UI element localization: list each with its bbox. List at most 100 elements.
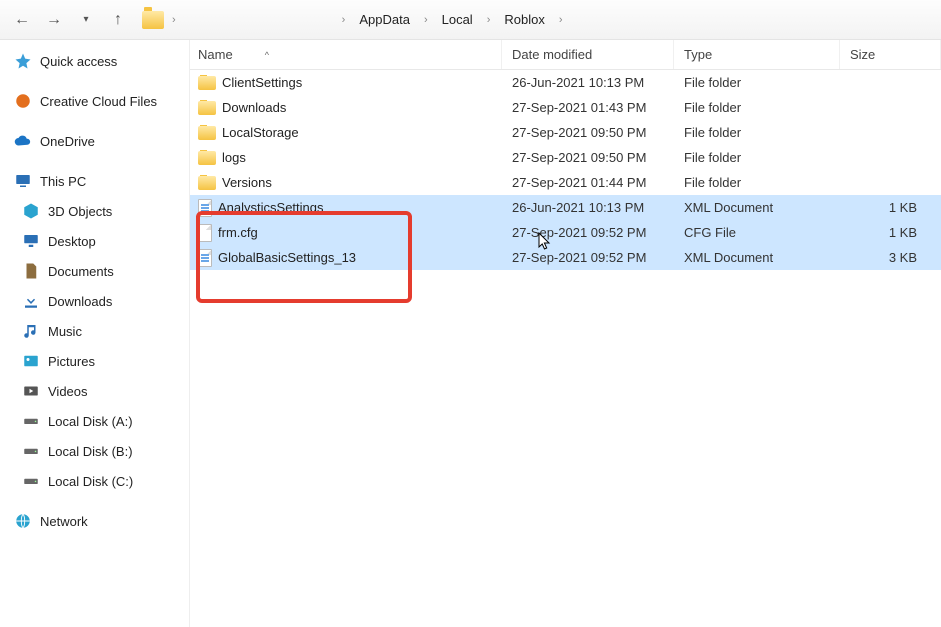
column-header-date[interactable]: Date modified [502,40,674,69]
sidebar-item-label: Videos [48,384,88,399]
file-name: LocalStorage [222,125,299,140]
sidebar-item-pictures[interactable]: Pictures [0,346,189,376]
chevron-right-icon: › [338,14,350,26]
up-button[interactable]: ↑ [104,6,132,34]
sidebar-item-downloads[interactable]: Downloads [0,286,189,316]
file-type: File folder [674,175,840,190]
file-row[interactable]: Downloads 27-Sep-2021 01:43 PMFile folder [190,95,941,120]
sidebar-item-documents[interactable]: Documents [0,256,189,286]
breadcrumb[interactable]: AppData [353,9,416,30]
file-icon [198,199,212,217]
sidebar-item-label: OneDrive [40,134,95,149]
chevron-right-icon: › [555,14,567,26]
drive-icon [22,412,40,430]
music-icon [22,322,40,340]
file-name: logs [222,150,246,165]
drive-icon [22,442,40,460]
chevron-right-icon: › [420,14,432,26]
file-date: 27-Sep-2021 09:52 PM [502,250,674,265]
file-type: File folder [674,150,840,165]
chevron-right-icon: › [483,14,495,26]
sidebar-item-label: Pictures [48,354,95,369]
sidebar-item-music[interactable]: Music [0,316,189,346]
file-size: 1 KB [840,225,941,240]
file-row[interactable]: AnalysticsSettings 26-Jun-2021 10:13 PMXM… [190,195,941,220]
sidebar-item-local-disk-b[interactable]: Local Disk (B:) [0,436,189,466]
breadcrumb[interactable]: Local [436,9,479,30]
sidebar-item-3d-objects[interactable]: 3D Objects [0,196,189,226]
navigation-pane[interactable]: Quick access Creative Cloud Files OneDri… [0,40,190,627]
sidebar-item-creative-cloud[interactable]: Creative Cloud Files [0,86,189,116]
sidebar-item-label: 3D Objects [48,204,112,219]
desktop-icon [22,232,40,250]
folder-icon [198,101,216,115]
file-row[interactable]: ClientSettings26-Jun-2021 10:13 PMFile f… [190,70,941,95]
file-list[interactable]: ClientSettings26-Jun-2021 10:13 PMFile f… [190,70,941,627]
file-size: 1 KB [840,200,941,215]
column-header-name[interactable]: Name^ [190,40,502,69]
file-name: GlobalBasicSettings_13 [218,250,356,265]
sidebar-item-network[interactable]: Network [0,506,189,536]
sidebar-item-label: Desktop [48,234,96,249]
file-row[interactable]: frm.cfg 27-Sep-2021 09:52 PMCFG File1 KB [190,220,941,245]
sidebar-item-label: Local Disk (A:) [48,414,133,429]
breadcrumb[interactable]: Roblox [498,9,550,30]
address-bar: ← → ▾ ↑ › › AppData › Local › Roblox › [0,0,941,40]
sidebar-item-label: Local Disk (C:) [48,474,133,489]
file-type: CFG File [674,225,840,240]
sidebar-item-this-pc[interactable]: This PC [0,166,189,196]
pictures-icon [22,352,40,370]
file-name: Versions [222,175,272,190]
file-name: ClientSettings [222,75,302,90]
file-row[interactable]: Versions27-Sep-2021 01:44 PMFile folder [190,170,941,195]
file-date: 27-Sep-2021 09:52 PM [502,225,674,240]
pc-icon [14,172,32,190]
file-name: AnalysticsSettings [218,200,324,215]
sidebar-item-label: Downloads [48,294,112,309]
file-size: 3 KB [840,250,941,265]
file-date: 27-Sep-2021 09:50 PM [502,125,674,140]
sidebar-item-label: Creative Cloud Files [40,94,157,109]
file-type: XML Document [674,250,840,265]
cloud-icon [14,132,32,150]
back-button[interactable]: ← [8,6,36,34]
creative-cloud-icon [14,92,32,110]
file-date: 26-Jun-2021 10:13 PM [502,75,674,90]
folder-icon [198,126,216,140]
folder-icon [198,76,216,90]
chevron-right-icon: › [168,14,180,26]
sidebar-item-label: Quick access [40,54,117,69]
file-name: Downloads [222,100,286,115]
file-type: File folder [674,125,840,140]
sort-indicator-icon: ^ [265,50,269,60]
file-icon [198,249,212,267]
cube-icon [22,202,40,220]
sidebar-item-onedrive[interactable]: OneDrive [0,126,189,156]
sidebar-item-label: Documents [48,264,114,279]
file-explorer-window: ← → ▾ ↑ › › AppData › Local › Roblox › Q… [0,0,941,627]
sidebar-item-desktop[interactable]: Desktop [0,226,189,256]
sidebar-item-local-disk-a[interactable]: Local Disk (A:) [0,406,189,436]
file-type: XML Document [674,200,840,215]
sidebar-item-label: Local Disk (B:) [48,444,133,459]
file-date: 26-Jun-2021 10:13 PM [502,200,674,215]
file-type: File folder [674,100,840,115]
drive-icon [22,472,40,490]
sidebar-item-label: Network [40,514,88,529]
sidebar-item-label: This PC [40,174,86,189]
file-row[interactable]: GlobalBasicSettings_13 27-Sep-2021 09:52 … [190,245,941,270]
file-date: 27-Sep-2021 01:43 PM [502,100,674,115]
column-header-size[interactable]: Size [840,40,941,69]
forward-button[interactable]: → [40,6,68,34]
column-header-type[interactable]: Type [674,40,840,69]
file-row[interactable]: logs27-Sep-2021 09:50 PMFile folder [190,145,941,170]
file-row[interactable]: LocalStorage 27-Sep-2021 09:50 PMFile fol… [190,120,941,145]
sidebar-item-local-disk-c[interactable]: Local Disk (C:) [0,466,189,496]
sidebar-item-videos[interactable]: Videos [0,376,189,406]
sidebar-item-quick-access[interactable]: Quick access [0,46,189,76]
file-name: frm.cfg [218,225,258,240]
folder-icon [198,151,216,165]
recent-locations-button[interactable]: ▾ [72,6,100,34]
documents-icon [22,262,40,280]
star-icon [14,52,32,70]
